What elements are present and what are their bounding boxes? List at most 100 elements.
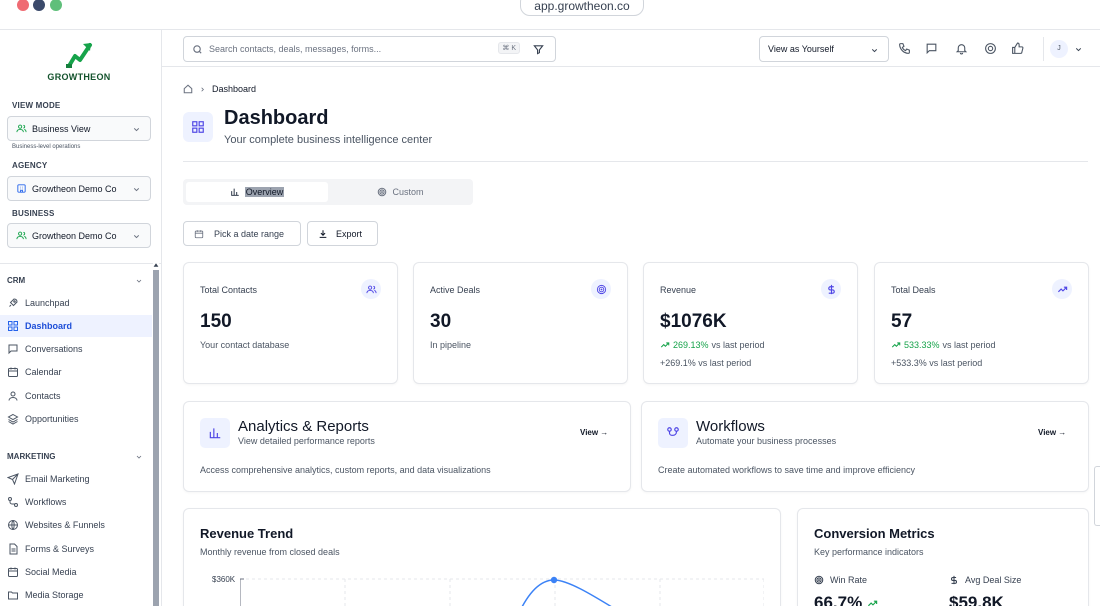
window-minimize-dot[interactable] (33, 0, 45, 11)
view-link[interactable]: View → (1038, 428, 1066, 437)
workflows-card[interactable]: Workflows Automate your business process… (641, 401, 1089, 492)
chevron-down-icon (132, 185, 141, 194)
sidebar-item-websites-funnels[interactable]: Websites & Funnels (0, 514, 152, 536)
tab-custom-label: Custom (392, 187, 424, 197)
globe-icon (7, 519, 19, 531)
bar-chart-icon (230, 187, 240, 197)
stat-subtitle: Your contact database (200, 340, 290, 350)
search-icon (192, 44, 203, 55)
scroll-up-arrow-icon[interactable] (153, 262, 159, 270)
sidebar-item-label: Email Marketing (25, 474, 90, 484)
stat-value: 57 (891, 311, 913, 332)
agency-label: AGENCY (12, 161, 48, 170)
sidebar-item-forms-surveys[interactable]: Forms & Surveys (0, 538, 152, 560)
avatar[interactable]: J (1050, 40, 1068, 58)
thumbs-up-icon[interactable] (1011, 42, 1025, 56)
stat-card-active-deals[interactable]: Active Deals 30 In pipeline (413, 262, 628, 384)
chevron-down-icon (870, 46, 879, 55)
page-subtitle: Your complete business intelligence cent… (224, 134, 433, 146)
stat-trend: 533.33% vs last period (891, 340, 996, 350)
sidebar-item-conversations[interactable]: Conversations (0, 338, 152, 360)
stat-card-revenue[interactable]: Revenue $1076K 269.13% vs last period +2… (643, 262, 858, 384)
avg-deal-value: $59.8K (949, 593, 1004, 606)
view-mode-select[interactable]: Business View (7, 116, 151, 141)
window-close-dot[interactable] (17, 0, 29, 11)
stat-value: $1076K (660, 311, 727, 332)
business-select[interactable]: Growtheon Demo Co (7, 223, 151, 248)
sidebar-item-workflows[interactable]: Workflows (0, 491, 152, 513)
bell-icon[interactable] (955, 42, 969, 56)
stat-title: Total Deals (891, 285, 936, 295)
filter-icon[interactable] (533, 44, 544, 55)
chevron-right-icon (199, 86, 206, 93)
crm-section-header[interactable]: CRM (7, 276, 143, 285)
phone-icon[interactable] (898, 42, 912, 56)
calendar-icon (7, 366, 19, 378)
date-range-button[interactable]: Pick a date range (183, 221, 301, 246)
stat-card-total-contacts[interactable]: Total Contacts 150 Your contact database (183, 262, 398, 384)
stat-trend: 269.13% vs last period (660, 340, 765, 350)
help-icon[interactable] (984, 42, 998, 56)
search-bar[interactable]: Search contacts, deals, messages, forms.… (183, 36, 556, 62)
browser-top-bar: app.growtheon.co (0, 0, 1100, 30)
sidebar-item-calendar[interactable]: Calendar (0, 361, 152, 383)
window-zoom-dot[interactable] (50, 0, 62, 11)
view-link[interactable]: View → (580, 428, 608, 437)
stat-card-total-deals[interactable]: Total Deals 57 533.33% vs last period +5… (874, 262, 1089, 384)
stat-value: 150 (200, 311, 232, 332)
url-bar[interactable]: app.growtheon.co (520, 0, 644, 16)
sidebar-item-label: Dashboard (25, 321, 73, 331)
breadcrumb-current: Dashboard (212, 84, 257, 94)
marketing-section-header[interactable]: MARKETING (7, 452, 143, 461)
header-divider-line (162, 66, 1100, 67)
chevron-down-icon[interactable] (1074, 45, 1083, 54)
sidebar: GROWTHEON VIEW MODE Business View Busine… (0, 30, 162, 606)
home-icon[interactable] (183, 84, 193, 94)
sidebar-item-label: Social Media (25, 567, 77, 577)
sidebar-item-email-marketing[interactable]: Email Marketing (0, 468, 152, 490)
sidebar-item-media-storage[interactable]: Media Storage (0, 584, 152, 606)
page-title: Dashboard (224, 107, 329, 129)
tab-overview[interactable]: Overview (186, 182, 328, 202)
agency-select[interactable]: Growtheon Demo Co (7, 176, 151, 201)
trend-text: vs last period (942, 340, 996, 350)
form-icon (7, 543, 19, 555)
trend-text: vs last period (711, 340, 765, 350)
sidebar-item-launchpad[interactable]: Launchpad (0, 292, 152, 314)
calendar-icon (7, 566, 19, 578)
users-icon (361, 279, 381, 299)
sidebar-scrollbar[interactable] (153, 262, 159, 606)
sidebar-item-contacts[interactable]: Contacts (0, 385, 152, 407)
stat-secondary: +269.1% vs last period (660, 358, 752, 368)
send-icon (7, 473, 19, 485)
sidebar-item-label: Launchpad (25, 298, 70, 308)
stat-subtitle: In pipeline (430, 340, 472, 350)
stat-title: Active Deals (430, 285, 481, 295)
card-description: Access comprehensive analytics, custom r… (200, 465, 491, 475)
sidebar-item-opportunities[interactable]: Opportunities (0, 408, 152, 430)
y-axis-tick-label: $360K (212, 575, 236, 584)
export-button[interactable]: Export (307, 221, 378, 246)
trend-percent: 533.33% (904, 340, 940, 350)
card-description: Create automated workflows to save time … (658, 465, 915, 475)
side-panel-tab[interactable] (1094, 466, 1100, 526)
stat-secondary: +533.3% vs last period (891, 358, 983, 368)
sidebar-item-label: Websites & Funnels (25, 520, 105, 530)
win-rate-value-row: 66.7% (814, 593, 878, 606)
analytics-reports-card[interactable]: Analytics & Reports View detailed perfor… (183, 401, 631, 492)
chat-icon (7, 343, 19, 355)
agency-value: Growtheon Demo Co (32, 183, 117, 194)
sidebar-item-label: Conversations (25, 344, 83, 354)
download-icon (318, 229, 328, 239)
tab-custom[interactable]: Custom (331, 182, 470, 202)
revenue-trend-chart (240, 576, 764, 606)
sidebar-item-social-media[interactable]: Social Media (0, 561, 152, 583)
growtheon-logo-icon (63, 40, 95, 70)
view-as-select[interactable]: View as Yourself (759, 36, 889, 62)
win-rate-metric: Win Rate (814, 575, 867, 585)
card-title: Workflows (696, 418, 765, 435)
stat-title: Total Contacts (200, 285, 258, 295)
sidebar-item-dashboard[interactable]: Dashboard (0, 315, 152, 337)
view-as-value: View as Yourself (768, 44, 834, 54)
message-icon[interactable] (925, 42, 939, 56)
